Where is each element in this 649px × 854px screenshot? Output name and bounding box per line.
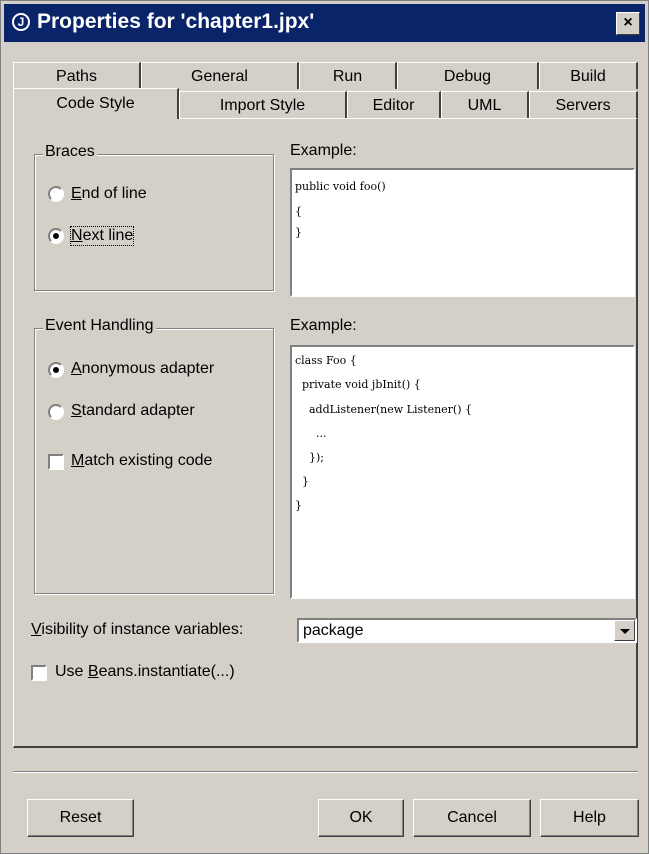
code-line: { (295, 205, 302, 218)
help-button[interactable]: Help (540, 799, 639, 837)
end-of-line-label[interactable]: End of line (71, 185, 147, 203)
close-button[interactable]: × (616, 12, 640, 35)
match-existing-code-checkbox[interactable] (48, 454, 64, 470)
tab-paths[interactable]: Paths (13, 62, 141, 89)
standard-adapter-label[interactable]: Standard adapter (71, 402, 195, 420)
event-example-box: class Foo { private void jbInit() { addL… (290, 345, 635, 599)
jbuilder-icon: J (12, 13, 30, 31)
title-bar[interactable]: J Properties for 'chapter1.jpx' × (4, 4, 645, 42)
anonymous-adapter-label[interactable]: Anonymous adapter (71, 360, 214, 378)
match-existing-code-label[interactable]: Match existing code (71, 452, 212, 470)
standard-adapter-radio[interactable] (48, 404, 64, 420)
code-line: } (295, 475, 309, 488)
anonymous-adapter-radio[interactable] (48, 362, 64, 378)
separator (13, 771, 638, 773)
chevron-down-icon[interactable] (614, 620, 635, 641)
braces-example-box: public void foo() { } (290, 168, 635, 297)
tab-build[interactable]: Build (539, 62, 638, 89)
end-of-line-radio[interactable] (48, 186, 64, 202)
braces-example-label: Example: (290, 142, 357, 159)
code-line: } (295, 499, 302, 512)
use-beans-checkbox[interactable] (31, 665, 47, 681)
code-line: } (295, 226, 302, 239)
tab-run[interactable]: Run (299, 62, 397, 89)
tab-import-style[interactable]: Import Style (179, 91, 347, 118)
next-line-label[interactable]: Next line (69, 226, 135, 246)
code-line: class Foo { (295, 354, 357, 367)
properties-dialog: J Properties for 'chapter1.jpx' × Paths … (0, 0, 649, 854)
code-line: private void jbInit() { (295, 378, 421, 391)
visibility-value: package (303, 622, 364, 639)
ok-button[interactable]: OK (318, 799, 404, 837)
code-line: }); (295, 451, 324, 464)
tab-servers[interactable]: Servers (529, 91, 638, 118)
code-line: public void foo() (295, 180, 386, 193)
tab-editor[interactable]: Editor (347, 91, 441, 118)
visibility-label: Visibility of instance variables: (31, 621, 244, 638)
code-line: addListener(new Listener() { (295, 403, 473, 416)
use-beans-label[interactable]: Use Beans.instantiate(...) (55, 663, 235, 681)
braces-group: Braces (34, 143, 274, 291)
event-handling-group-title: Event Handling (43, 317, 156, 335)
braces-group-title: Braces (43, 143, 97, 161)
tab-code-style[interactable]: Code Style (13, 88, 179, 119)
tab-uml[interactable]: UML (441, 91, 529, 118)
code-line: ... (295, 427, 327, 440)
tab-general[interactable]: General (141, 62, 299, 89)
window-title: Properties for 'chapter1.jpx' (37, 10, 315, 33)
next-line-radio[interactable] (48, 228, 64, 244)
reset-button[interactable]: Reset (27, 799, 134, 837)
tab-debug[interactable]: Debug (397, 62, 539, 89)
visibility-select[interactable]: package (297, 618, 637, 643)
event-example-label: Example: (290, 317, 357, 334)
cancel-button[interactable]: Cancel (413, 799, 531, 837)
